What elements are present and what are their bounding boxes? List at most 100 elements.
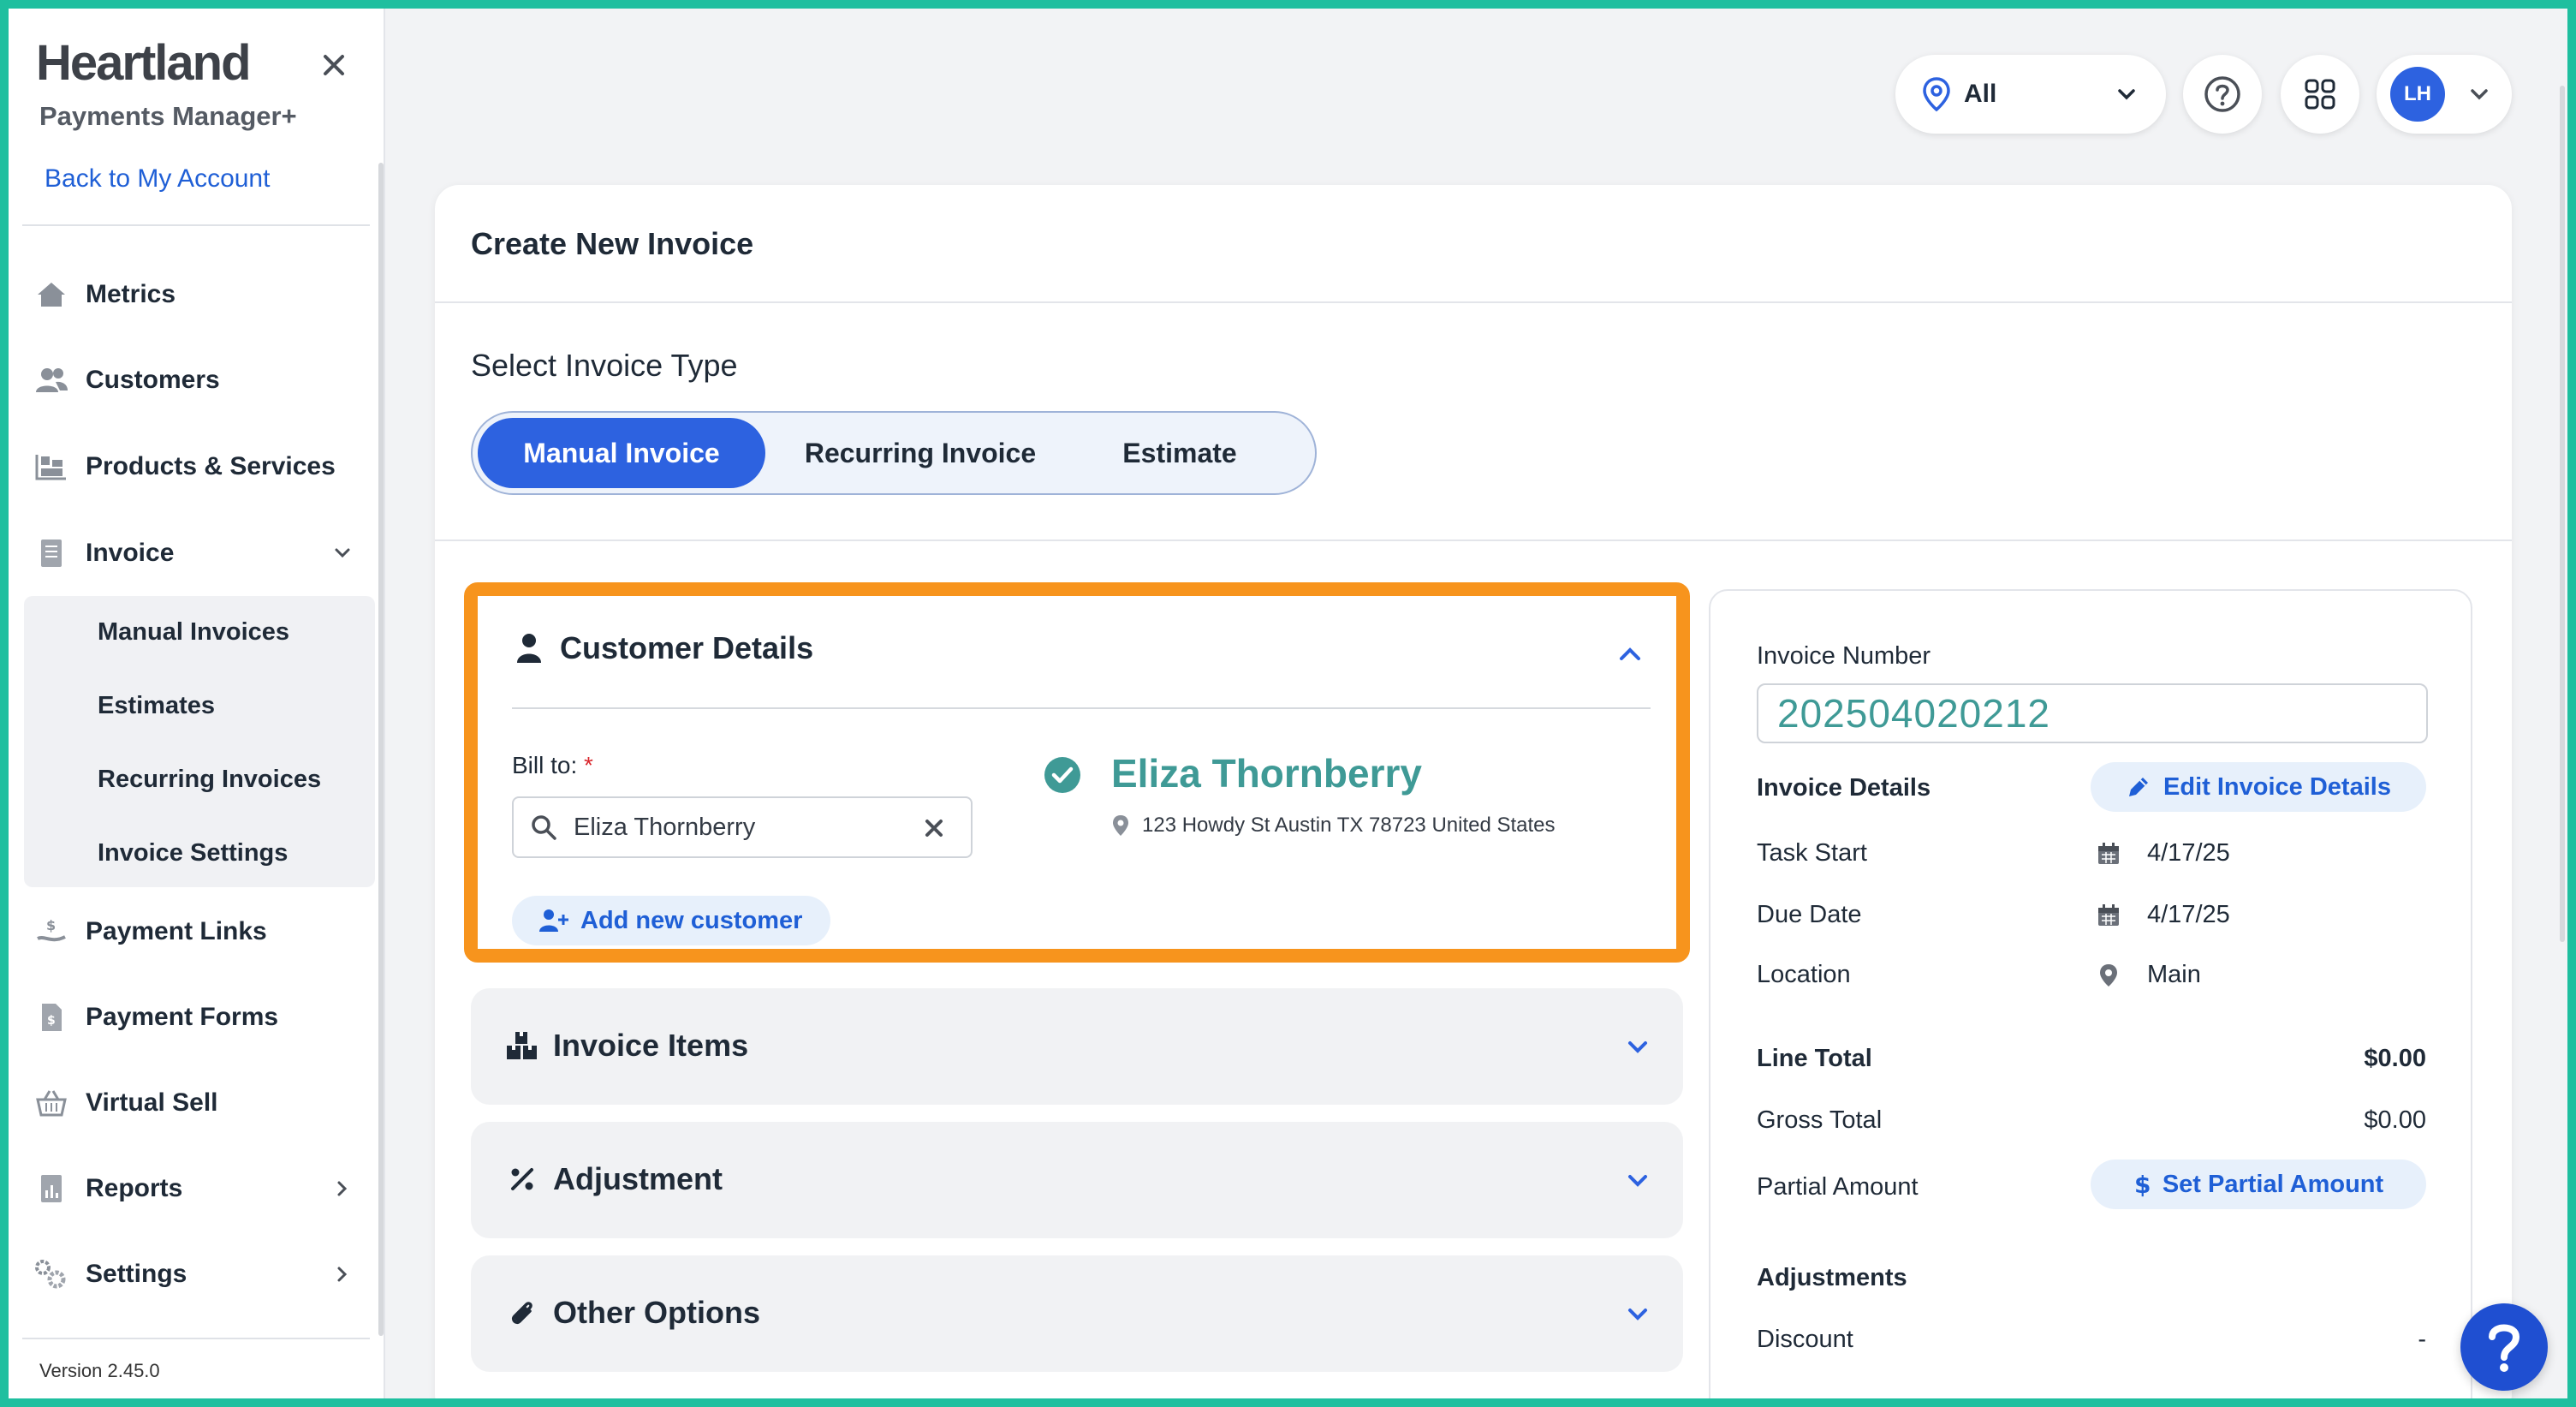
page-scrollbar[interactable]: [2560, 86, 2565, 942]
due-date-value[interactable]: 4/17/25: [2096, 901, 2230, 929]
location-value: Main: [2096, 961, 2201, 989]
submenu-manual-invoices[interactable]: Manual Invoices: [98, 618, 289, 647]
adjustments-label: Adjustments: [1757, 1264, 1907, 1291]
due-date-label: Due Date: [1757, 901, 1862, 928]
set-partial-amount-button[interactable]: $ Set Partial Amount: [2091, 1160, 2426, 1209]
invoice-icon: [33, 534, 70, 572]
sidebar-item-payment-forms[interactable]: $ Payment Forms: [33, 992, 366, 1043]
avatar: LH: [2390, 67, 2445, 122]
sidebar-item-customers[interactable]: Customers: [33, 355, 366, 406]
task-start-value[interactable]: 4/17/25: [2096, 839, 2230, 867]
paperclip-icon: [505, 1296, 539, 1330]
adjustment-header: Adjustment: [505, 1161, 723, 1197]
customer-details-header[interactable]: Customer Details: [512, 630, 813, 666]
location-pin-icon: [2096, 963, 2121, 988]
sidebar-item-reports[interactable]: Reports: [33, 1163, 366, 1214]
add-user-icon: [538, 908, 572, 933]
sidebar-item-label: Payment Forms: [86, 1003, 279, 1031]
invoice-summary-panel: Invoice Number 202504020212 Invoice Deta…: [1709, 589, 2472, 1407]
set-partial-amount-label: Set Partial Amount: [2162, 1170, 2384, 1198]
sidebar-item-label: Reports: [86, 1174, 183, 1202]
other-options-header: Other Options: [505, 1295, 760, 1331]
invoice-items-section[interactable]: Invoice Items: [471, 988, 1683, 1105]
invoice-type-recurring[interactable]: Recurring Invoice: [791, 418, 1050, 488]
invoice-type-manual[interactable]: Manual Invoice: [478, 418, 765, 488]
payment-form-icon: $: [33, 999, 70, 1036]
chevron-down-icon: [2118, 89, 2135, 100]
sidebar-item-label: Customers: [86, 366, 220, 394]
chevron-down-icon: [1628, 1309, 1647, 1321]
back-to-account-link[interactable]: Back to My Account: [45, 164, 270, 194]
edit-invoice-details-label: Edit Invoice Details: [2163, 772, 2391, 801]
svg-text:$: $: [2134, 1171, 2151, 1198]
invoice-type-selector: Manual Invoice Recurring Invoice Estimat…: [471, 411, 1317, 495]
add-new-customer-label: Add new customer: [580, 906, 803, 934]
sidebar-item-payment-links[interactable]: $ Payment Links: [33, 906, 366, 957]
submenu-recurring-invoices[interactable]: Recurring Invoices: [98, 766, 321, 794]
chevron-up-icon[interactable]: [1615, 639, 1645, 670]
users-icon: [33, 361, 70, 399]
sidebar-item-metrics[interactable]: Metrics: [33, 269, 366, 320]
clear-icon[interactable]: [923, 817, 945, 839]
location-pin-icon: [1923, 77, 1950, 112]
svg-text:$: $: [46, 917, 56, 933]
submenu-invoice-settings[interactable]: Invoice Settings: [98, 839, 288, 867]
card-divider: [435, 540, 2512, 541]
discount-value: -: [2418, 1326, 2426, 1353]
basket-icon: [33, 1084, 70, 1122]
question-icon: [2489, 1324, 2520, 1372]
gear-icon: [33, 1255, 70, 1293]
add-new-customer-button[interactable]: Add new customer: [512, 896, 830, 945]
submenu-estimates[interactable]: Estimates: [98, 692, 215, 720]
help-button[interactable]: [2183, 55, 2262, 134]
page-title: Create New Invoice: [471, 226, 754, 261]
customer-search-input[interactable]: Eliza Thornberry: [512, 796, 973, 858]
chevron-right-icon: [337, 1181, 348, 1196]
partial-amount-label: Partial Amount: [1757, 1173, 1919, 1201]
section-divider: [512, 707, 1651, 709]
check-circle-icon: [1044, 757, 1080, 793]
chevron-down-icon: [335, 548, 350, 558]
calendar-icon: [2096, 842, 2121, 866]
adjustment-title: Adjustment: [553, 1161, 723, 1196]
sidebar-item-invoice[interactable]: Invoice: [33, 528, 366, 579]
sidebar-scrollbar[interactable]: [378, 163, 384, 1336]
brand-title: Heartland: [36, 35, 252, 91]
location-pin-icon: [1111, 814, 1130, 837]
pencil-icon: [2126, 774, 2151, 800]
sidebar-item-virtual-sell[interactable]: Virtual Sell: [33, 1077, 366, 1129]
selected-customer-name: Eliza Thornberry: [1111, 751, 1422, 796]
other-options-section[interactable]: Other Options: [471, 1255, 1683, 1372]
person-icon: [512, 631, 546, 665]
invoice-number-label: Invoice Number: [1757, 642, 1931, 670]
sidebar-divider: [22, 224, 370, 226]
reports-icon: [33, 1170, 70, 1207]
customer-search-value: Eliza Thornberry: [574, 813, 756, 841]
other-options-title: Other Options: [553, 1295, 760, 1330]
bill-to-label: Bill to: *: [512, 752, 593, 778]
user-menu-button[interactable]: LH: [2377, 55, 2512, 134]
apps-grid-button[interactable]: [2281, 55, 2359, 134]
help-fab-button[interactable]: [2460, 1303, 2548, 1391]
sidebar-item-settings[interactable]: Settings: [33, 1249, 366, 1300]
gross-total-label: Gross Total: [1757, 1106, 1883, 1134]
sidebar-item-label: Invoice: [86, 539, 175, 567]
close-sidebar-button[interactable]: [317, 48, 351, 82]
edit-invoice-details-button[interactable]: Edit Invoice Details: [2091, 762, 2426, 812]
adjustment-section[interactable]: Adjustment: [471, 1122, 1683, 1238]
invoice-items-header: Invoice Items: [505, 1028, 748, 1064]
customer-details-section: Customer Details Bill to: * Eliza Thornb…: [464, 582, 1690, 963]
selected-customer-address: 123 Howdy St Austin TX 78723 United Stat…: [1111, 814, 1556, 838]
invoice-submenu: Manual Invoices Estimates Recurring Invo…: [24, 596, 375, 887]
task-start-label: Task Start: [1757, 839, 1867, 867]
invoice-type-estimate[interactable]: Estimate: [1068, 418, 1291, 488]
sidebar-item-label: Metrics: [86, 280, 176, 308]
location-select[interactable]: All: [1895, 55, 2166, 134]
invoice-number-field[interactable]: 202504020212: [1757, 683, 2428, 743]
sidebar-item-products[interactable]: Products & Services: [33, 441, 366, 492]
discount-label: Discount: [1757, 1326, 1853, 1353]
svg-text:$: $: [47, 1014, 56, 1028]
search-icon: [532, 815, 556, 840]
invoice-type-label: Select Invoice Type: [471, 348, 738, 383]
dollar-icon: $: [2133, 1171, 2151, 1198]
